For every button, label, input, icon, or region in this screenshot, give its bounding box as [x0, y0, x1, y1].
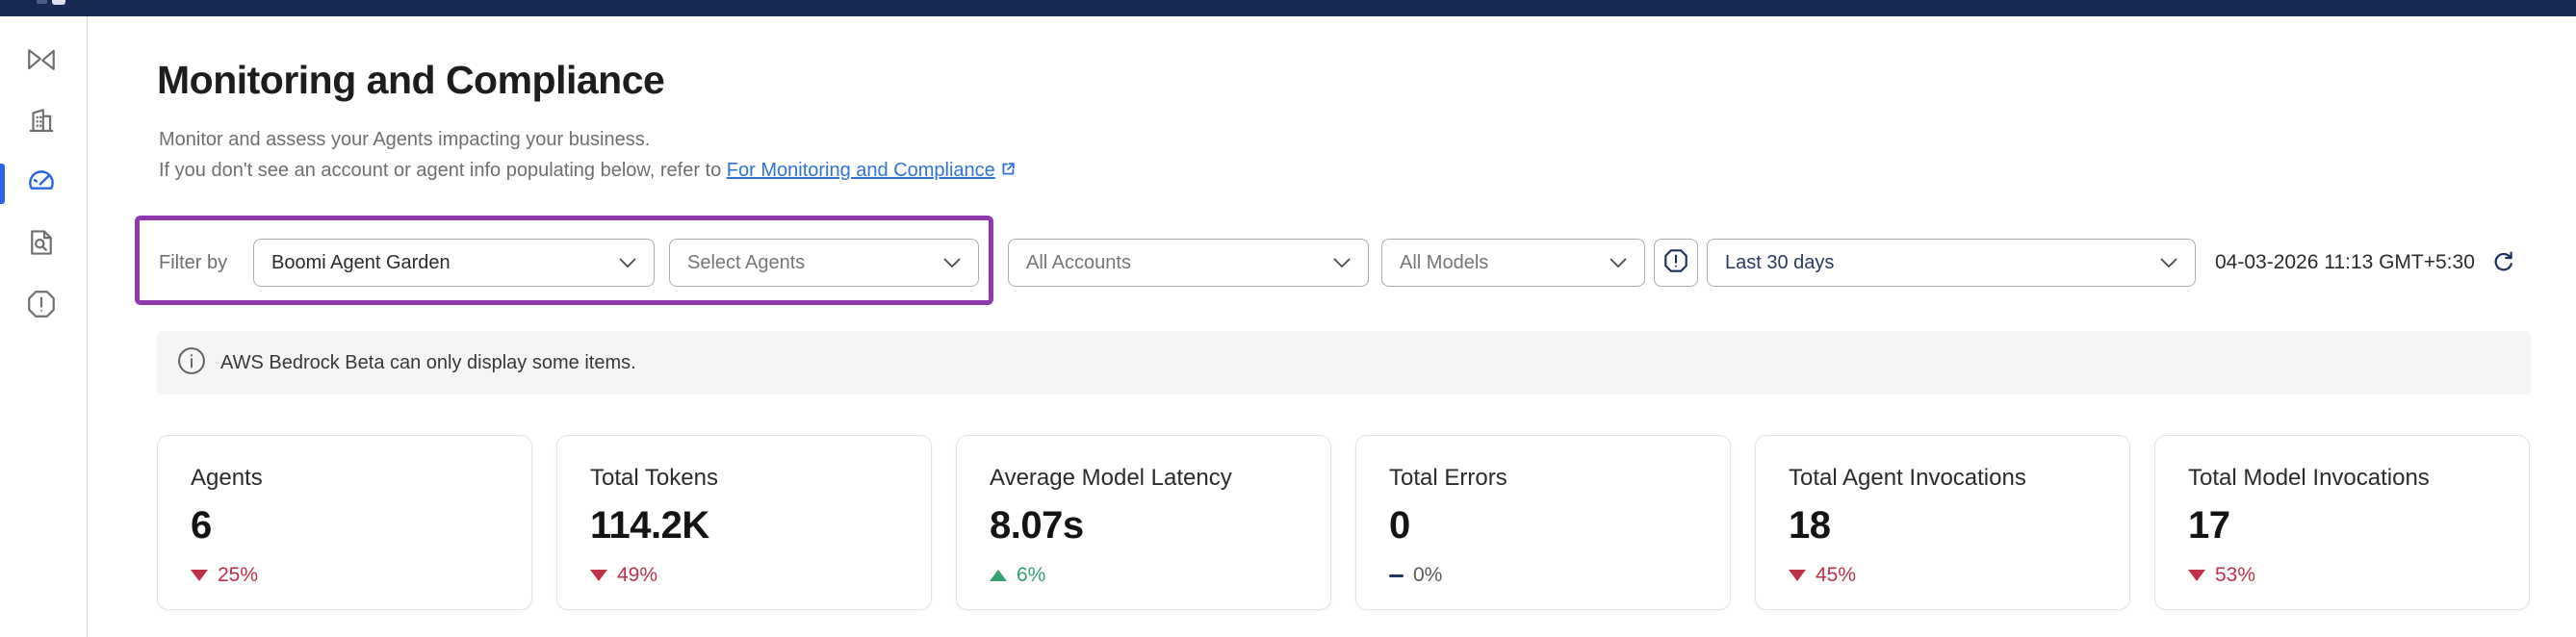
- kpi-card-average-model-latency: Average Model Latency 8.07s 6%: [956, 435, 1331, 610]
- kpi-card-label: Average Model Latency: [990, 465, 1298, 492]
- page-title: Monitoring and Compliance: [157, 58, 664, 103]
- kpi-card-delta: 6%: [990, 564, 1298, 587]
- monitoring-compliance-doc-link[interactable]: For Monitoring and Compliance: [727, 160, 995, 181]
- info-icon: [176, 345, 207, 381]
- kpi-card-label: Total Errors: [1389, 465, 1697, 492]
- all-accounts-dropdown[interactable]: All Accounts: [1008, 239, 1369, 287]
- delta-down-icon: [2188, 570, 2205, 581]
- sidebar-item-organization[interactable]: [23, 104, 60, 140]
- delta-down-icon: [590, 570, 607, 581]
- sidebar-item-alerts[interactable]: [23, 288, 60, 324]
- page-help-text: If you don't see an account or agent inf…: [159, 160, 1017, 183]
- delta-down-icon: [1789, 570, 1806, 581]
- chevron-down-icon: [1333, 258, 1351, 268]
- info-banner-text: AWS Bedrock Beta can only display some i…: [220, 352, 636, 374]
- boomi-logo-fragment: [37, 0, 69, 6]
- gauge-monitoring-icon: [25, 166, 58, 203]
- main-content: Monitoring and Compliance Monitor and as…: [89, 16, 2576, 637]
- refresh-button[interactable]: [2488, 247, 2519, 278]
- kpi-card-value: 18: [1789, 504, 2097, 548]
- chevron-down-icon: [1610, 258, 1627, 268]
- product-dropdown-value: Boomi Agent Garden: [271, 252, 607, 274]
- date-range-dropdown[interactable]: Last 30 days: [1707, 239, 2196, 287]
- kpi-card-value: 0: [1389, 504, 1697, 548]
- delta-down-icon: [191, 570, 208, 581]
- kpi-card-label: Total Model Invocations: [2188, 465, 2496, 492]
- kpi-card-total-model-invocations: Total Model Invocations 17 53%: [2154, 435, 2530, 610]
- delta-up-icon: [990, 570, 1007, 581]
- filter-toolbar: Filter by Boomi Agent Garden Select Agen…: [89, 216, 2576, 305]
- kpi-card-total-errors: Total Errors 0 0%: [1355, 435, 1731, 610]
- bowtie-processes-icon: [25, 43, 58, 81]
- kpi-card-label: Total Tokens: [590, 465, 898, 492]
- chevron-down-icon: [943, 258, 961, 268]
- info-banner: AWS Bedrock Beta can only display some i…: [157, 331, 2531, 395]
- kpi-card-delta: 53%: [2188, 564, 2496, 587]
- all-accounts-dropdown-value: All Accounts: [1026, 252, 1322, 274]
- kpi-card-agents: Agents 6 25%: [157, 435, 532, 610]
- kpi-card-total-tokens: Total Tokens 114.2K 49%: [556, 435, 932, 610]
- document-search-icon: [25, 226, 58, 264]
- kpi-card-delta: 49%: [590, 564, 898, 587]
- sidebar-item-monitoring[interactable]: [23, 166, 60, 202]
- building-icon: [25, 104, 58, 141]
- kpi-card-label: Agents: [191, 465, 499, 492]
- kpi-card-delta: 45%: [1789, 564, 2097, 587]
- alert-octagon-icon: [1662, 246, 1690, 280]
- last-refreshed-timestamp: 04-03-2026 11:13 GMT+5:30: [2215, 251, 2475, 274]
- kpi-card-total-agent-invocations: Total Agent Invocations 18 45%: [1755, 435, 2130, 610]
- chevron-down-icon: [619, 258, 636, 268]
- chevron-down-icon: [2160, 258, 2177, 268]
- select-agents-dropdown-value: Select Agents: [687, 252, 932, 274]
- alerts-info-button[interactable]: [1654, 239, 1698, 287]
- select-agents-dropdown[interactable]: Select Agents: [669, 239, 979, 287]
- sidebar-item-logs[interactable]: [23, 226, 60, 263]
- all-models-dropdown[interactable]: All Models: [1381, 239, 1645, 287]
- product-dropdown[interactable]: Boomi Agent Garden: [253, 239, 655, 287]
- kpi-card-value: 114.2K: [590, 504, 898, 548]
- page-subtitle: Monitor and assess your Agents impacting…: [159, 129, 650, 151]
- alert-octagon-icon: [25, 288, 58, 325]
- kpi-card-row: Agents 6 25% Total Tokens 114.2K 49% Ave…: [157, 435, 2530, 610]
- delta-flat-icon: [1389, 574, 1404, 577]
- kpi-card-value: 17: [2188, 504, 2496, 548]
- kpi-card-value: 8.07s: [990, 504, 1298, 548]
- all-models-dropdown-value: All Models: [1400, 252, 1598, 274]
- filter-by-label: Filter by: [159, 252, 245, 274]
- top-navigation-bar: [0, 0, 2576, 16]
- left-sidebar: [0, 16, 88, 637]
- kpi-card-value: 6: [191, 504, 499, 548]
- sidebar-item-processes[interactable]: [23, 43, 60, 80]
- date-range-dropdown-value: Last 30 days: [1725, 252, 2149, 274]
- active-nav-indicator: [0, 164, 5, 204]
- kpi-card-delta: 25%: [191, 564, 499, 587]
- kpi-card-delta: 0%: [1389, 564, 1697, 587]
- external-link-icon: [1000, 161, 1017, 183]
- kpi-card-label: Total Agent Invocations: [1789, 465, 2097, 492]
